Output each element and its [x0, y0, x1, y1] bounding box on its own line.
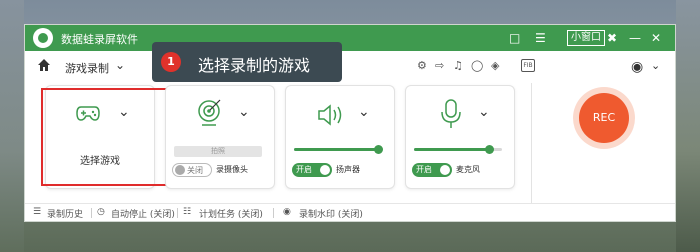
- schedule-icon[interactable]: ☷: [183, 207, 191, 217]
- chevron-down-icon[interactable]: ⌄: [358, 104, 370, 120]
- slider-knob[interactable]: [484, 145, 494, 154]
- speaker-icon: [318, 104, 342, 126]
- speaker-toggle-label: 开启: [296, 165, 312, 174]
- menu-icon[interactable]: ☰: [535, 31, 546, 45]
- tooltip-text: 选择录制的游戏: [198, 56, 311, 75]
- guide-tooltip: 1 选择录制的游戏: [152, 42, 342, 82]
- step-number-badge: 1: [161, 52, 181, 72]
- toggle-knob: [175, 165, 185, 175]
- divider: [177, 208, 178, 218]
- close-icon[interactable]: ✕: [651, 31, 661, 45]
- mic-icon[interactable]: ◯: [471, 59, 483, 72]
- history-icon[interactable]: ☰: [33, 207, 41, 217]
- divider: [91, 208, 92, 218]
- divider: [273, 208, 274, 218]
- camera-card[interactable]: ⌄ 拍照 关闭 录摄像头: [165, 85, 275, 189]
- slider-knob[interactable]: [373, 145, 383, 154]
- toggle-knob: [320, 165, 330, 175]
- feedback-icon[interactable]: □: [509, 31, 520, 45]
- chevron-down-icon[interactable]: ⌄: [238, 104, 250, 120]
- scheduled-task-link[interactable]: 计划任务 (关闭): [199, 207, 263, 220]
- toolbar: 游戏录制 ⌄ ⚙ ⇨ ♫ ◯ ◈ FIB ◉ ⌄: [25, 51, 675, 83]
- chevron-down-icon[interactable]: ⌄: [651, 59, 660, 72]
- title-bar: 数据蛙录屏软件 □ ☰ 小窗口 ✖ — ✕: [25, 25, 675, 51]
- divider: [531, 83, 532, 203]
- speaker-card[interactable]: ⌄ 开启 扬声器: [285, 85, 395, 189]
- camera-toggle-label: 关闭: [187, 166, 203, 175]
- speaker-toggle[interactable]: 开启: [292, 163, 332, 177]
- mouse-icon[interactable]: ◈: [491, 59, 499, 72]
- mic-caption: 麦克风: [456, 165, 480, 174]
- photo-label: 拍照: [211, 147, 225, 155]
- home-icon[interactable]: [37, 58, 51, 72]
- watermark-link[interactable]: 录制水印 (关闭): [299, 207, 363, 220]
- slider-fill: [294, 148, 378, 151]
- microphone-icon: [441, 99, 461, 128]
- fib-icon[interactable]: FIB: [521, 59, 535, 72]
- camera-toggle[interactable]: 关闭: [172, 163, 212, 177]
- chevron-down-icon[interactable]: ⌄: [115, 58, 125, 72]
- mic-toggle[interactable]: 开启: [412, 163, 452, 177]
- highlight-box: [41, 88, 176, 186]
- status-bar: ☰ 录制历史 ◷ 自动停止 (关闭) ☷ 计划任务 (关闭) ◉ 录制水印 (关…: [25, 203, 675, 221]
- camera-caption: 录摄像头: [216, 165, 248, 174]
- app-title: 数据蛙录屏软件: [61, 33, 138, 46]
- clock-icon[interactable]: ◷: [97, 207, 105, 217]
- app-window: 数据蛙录屏软件 □ ☰ 小窗口 ✖ — ✕ 游戏录制 ⌄ ⚙ ⇨ ♫ ◯ ◈ F…: [24, 24, 676, 222]
- export-icon[interactable]: ⇨: [435, 59, 444, 72]
- recording-mode-label[interactable]: 游戏录制: [65, 60, 109, 76]
- background-left: [0, 0, 24, 252]
- mic-volume-slider[interactable]: [414, 145, 502, 154]
- mini-window-button[interactable]: 小窗口: [567, 30, 605, 46]
- rec-label: REC: [579, 93, 629, 143]
- watermark-icon[interactable]: ◉: [283, 207, 291, 217]
- speaker-volume-slider[interactable]: [294, 145, 383, 154]
- take-photo-button[interactable]: 拍照: [174, 146, 262, 157]
- mic-toggle-label: 开启: [416, 165, 432, 174]
- settings-icon[interactable]: ⚙: [417, 59, 427, 72]
- toggle-knob: [440, 165, 450, 175]
- recording-history-link[interactable]: 录制历史: [47, 207, 83, 220]
- background-right: [676, 0, 700, 252]
- auto-stop-link[interactable]: 自动停止 (关闭): [111, 207, 175, 220]
- pin-icon[interactable]: ✖: [607, 31, 617, 45]
- screenshot-camera-icon[interactable]: ◉: [631, 59, 643, 75]
- chevron-down-icon[interactable]: ⌄: [478, 104, 490, 120]
- webcam-icon: [198, 99, 221, 126]
- speaker-caption: 扬声器: [336, 165, 360, 174]
- volume-icon[interactable]: ♫: [453, 59, 463, 72]
- minimize-icon[interactable]: —: [629, 31, 641, 45]
- app-logo-icon: [33, 28, 53, 48]
- microphone-card[interactable]: ⌄ 开启 麦克风: [405, 85, 515, 189]
- slider-fill: [414, 148, 489, 151]
- rec-button[interactable]: REC: [573, 87, 635, 149]
